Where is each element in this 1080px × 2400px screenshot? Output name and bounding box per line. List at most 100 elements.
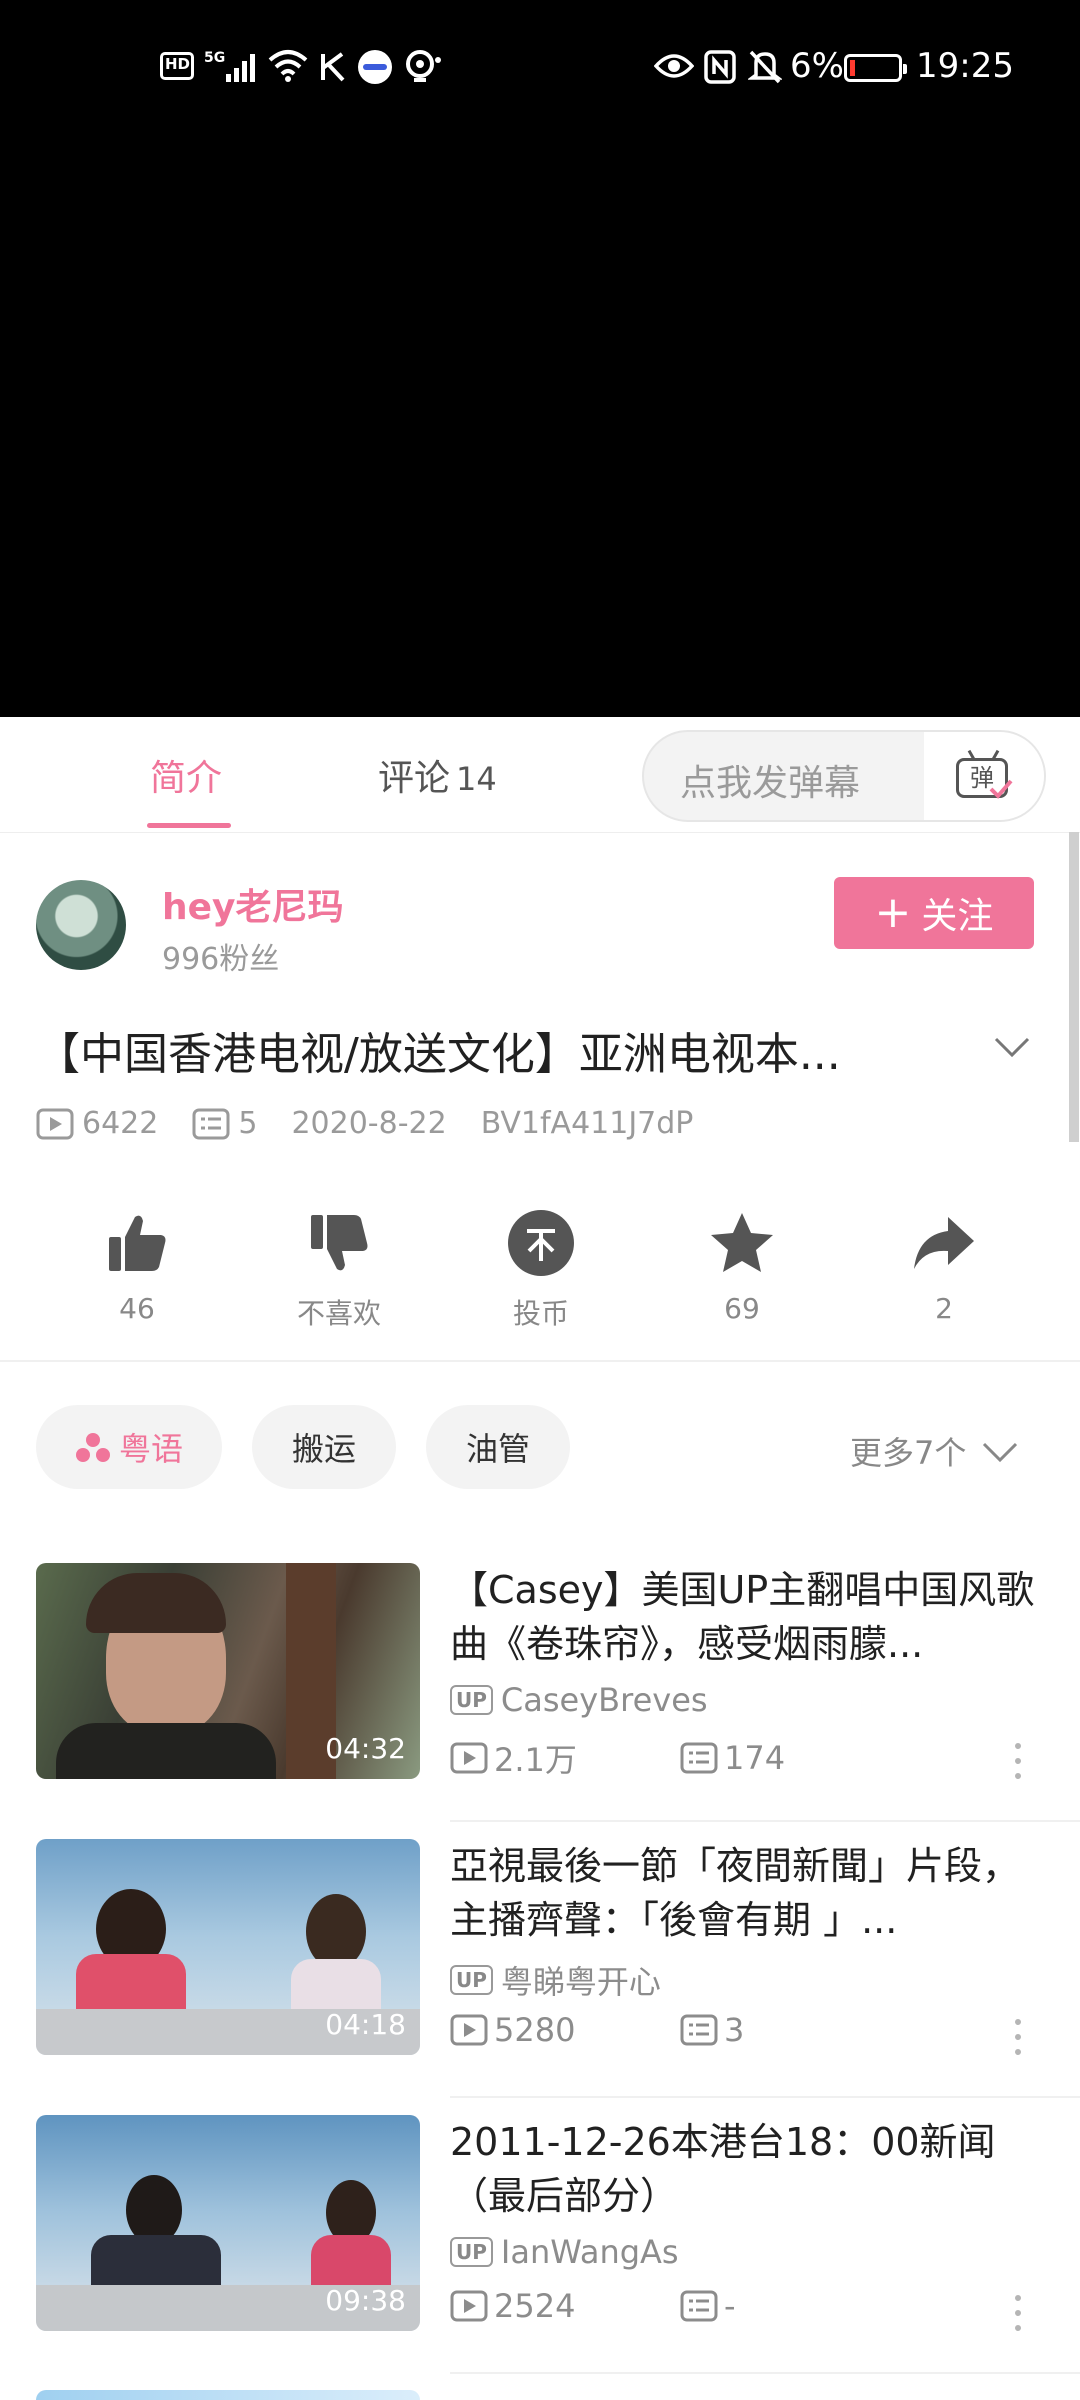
list-item[interactable]: 09:38 2011-12-26本港台18：00新闻（最后部分） UP IanWa… [0,2115,1080,2390]
tag-repost[interactable]: 搬运 [252,1405,396,1489]
rec-title[interactable]: 2011-12-26本港台18：00新闻（最后部分） [450,2115,1045,2223]
duration: 04:18 [325,2008,406,2041]
more-vert-icon[interactable] [1008,2293,1028,2333]
comment-count-icon [680,2290,718,2322]
rec-uploader-name: CaseyBreves [500,1681,708,1719]
list-item[interactable]: 04:32 【Casey】美国UP主翻唱中国风歌曲《卷珠帘》，感受烟雨朦... … [0,1563,1080,1838]
row-divider [450,2372,1080,2374]
views-stat: 6422 [36,1106,158,1141]
tab-comments-count: 14 [456,760,497,798]
video-thumbnail[interactable]: 04:32 [36,1563,420,1779]
share-button[interactable]: 2 [874,1205,1014,1325]
row-divider [450,2096,1080,2098]
tag-label: 油管 [465,1430,530,1468]
app-indicator-icon [358,50,392,84]
share-icon [914,1216,974,1269]
rec-title[interactable]: 亞視最後一節「夜間新聞」片段，主播齊聲：「後會有期 」... [450,1839,1045,1947]
play-count-icon [450,2290,488,2322]
rec-uploader[interactable]: UP IanWangAs [450,2233,679,2271]
channel-icon [75,1433,110,1462]
views-count: 6422 [82,1106,159,1141]
like-button[interactable]: 46 [67,1205,207,1325]
video-title[interactable]: 【中国香港电视/放送文化】亚洲电视本... [36,1018,936,1082]
video-player[interactable]: HD 5G 6% 19:25 [0,0,1080,717]
tag-cantonese[interactable]: 粤语 [36,1405,222,1489]
dislike-label: 不喜欢 [296,1297,381,1330]
favorite-button[interactable]: 69 [672,1205,812,1325]
danmaku-tv-icon: 弹 [954,749,1014,802]
rec-comments: 3 [724,2011,745,2049]
coin-label: 投币 [512,1297,569,1330]
wifi-icon [268,50,308,82]
nfc-icon [704,50,736,84]
hd-icon: HD [160,52,194,80]
rec-views: 2.1万 [494,1741,577,1779]
star-icon [711,1212,773,1272]
rec-comments: - [724,2287,736,2325]
tab-bar: 简介 评论 14 点我发弹幕 弹 [0,717,1080,833]
scrollbar[interactable] [1069,832,1079,1142]
follow-label: 关注 [921,896,994,937]
more-tags-button[interactable]: 更多7个 [850,1428,1020,1474]
danmaku-placeholder: 点我发弹幕 [680,763,861,804]
row-divider [450,1820,1080,1822]
rec-stats: 5280 3 [450,2011,744,2049]
eye-icon [654,54,694,78]
clock: 19:25 [916,46,1014,86]
more-tags-label: 更多7个 [850,1434,967,1472]
dislike-button[interactable]: 不喜欢 [269,1205,409,1332]
tag-youtube[interactable]: 油管 [426,1405,570,1489]
k-app-icon [321,52,345,82]
danmaku-count: 5 [238,1106,258,1141]
follow-button[interactable]: + 关注 [834,877,1034,949]
thumbs-down-icon [311,1214,368,1270]
rec-comments: 174 [724,1739,786,1777]
chevron-down-icon[interactable] [990,1025,1034,1069]
bvid: BV1fA411J7dP [480,1106,694,1141]
battery-icon [844,54,907,82]
danmaku-stat: 5 [192,1106,257,1141]
svg-text:5G: 5G [204,50,225,66]
plus-icon: + [874,887,912,938]
thumbs-up-icon [109,1215,166,1271]
rec-uploader[interactable]: UP 粤睇粤开心 [450,1957,661,2003]
uploader-avatar[interactable] [36,880,126,970]
favorite-count: 69 [724,1292,760,1325]
rec-uploader-name: 粤睇粤开心 [500,1963,661,2001]
video-thumbnail[interactable]: 04:18 [36,1839,420,2055]
duration: 04:32 [325,1732,406,1765]
publish-date: 2020-8-22 [291,1106,447,1141]
like-count: 46 [119,1292,155,1325]
active-tab-indicator [147,823,231,828]
battery-percent: 6% [790,46,844,86]
rec-stats: 2524 - [450,2287,736,2325]
danmaku-input[interactable]: 点我发弹幕 弹 [642,730,1046,822]
tab-intro[interactable]: 简介 [150,749,222,801]
danmaku-count-icon [192,1108,230,1139]
play-count-icon [450,1742,488,1774]
rec-uploader-name: IanWangAs [500,2233,679,2271]
video-meta: 6422 5 2020-8-22 BV1fA411J7dP [36,1106,727,1141]
comment-count-icon [680,2014,718,2046]
comment-count-icon [680,1742,718,1774]
more-vert-icon[interactable] [1008,1741,1028,1781]
rec-title[interactable]: 【Casey】美国UP主翻唱中国风歌曲《卷珠帘》，感受烟雨朦... [450,1563,1045,1671]
up-badge-icon: UP [450,2237,493,2267]
duration: 09:38 [325,2284,406,2317]
play-count-icon [450,2014,488,2046]
coin-icon [508,1209,574,1276]
video-thumbnail[interactable]: 09:38 [36,2115,420,2331]
uploader-name[interactable]: hey老尼玛 [162,878,344,930]
5g-signal-icon: 5G [204,50,255,82]
up-badge-icon: UP [450,1965,493,1995]
video-thumbnail-partial[interactable] [36,2390,420,2400]
list-item[interactable]: 04:18 亞視最後一節「夜間新聞」片段，主播齊聲：「後會有期 」... UP 粤… [0,1839,1080,2114]
play-count-icon [36,1108,74,1139]
tab-comments-label: 评论 [378,758,451,799]
danmaku-toggle-button[interactable]: 弹 [924,732,1044,820]
rec-uploader[interactable]: UP CaseyBreves [450,1681,708,1719]
more-vert-icon[interactable] [1008,2017,1028,2057]
fans-count: 996粉丝 [162,942,280,977]
coin-button[interactable]: 投币 [471,1205,611,1332]
tab-comments[interactable]: 评论 14 [378,749,497,801]
